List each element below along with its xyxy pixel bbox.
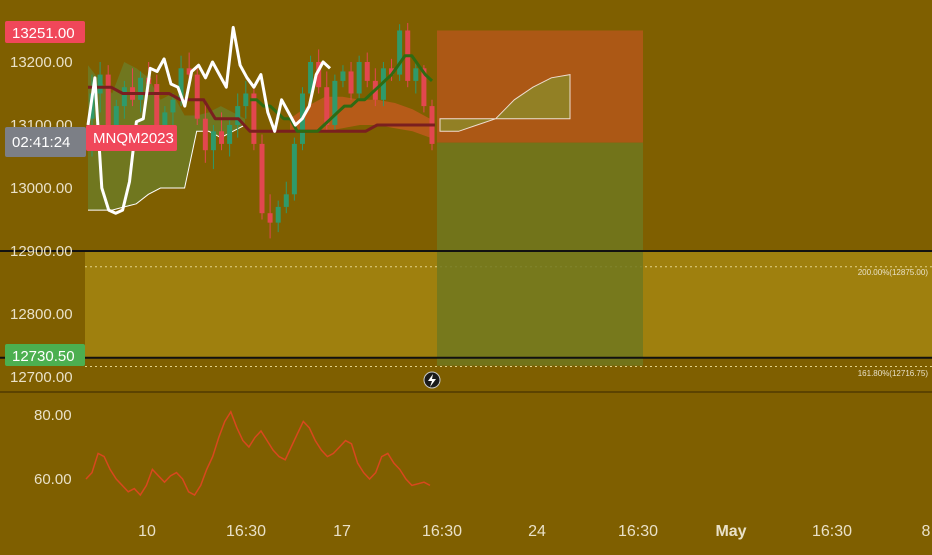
candle-body (340, 71, 346, 81)
candle-body (275, 206, 281, 223)
fib-label-200: 200.00%(12875.00) (858, 268, 929, 277)
fib-label-161: 161.80%(12716.75) (858, 369, 929, 378)
price-tick-label: 12700.00 (10, 369, 73, 386)
take-profit-zone (437, 142, 643, 366)
lightning-icon[interactable] (423, 371, 441, 389)
candle-body (97, 74, 103, 94)
candle-body (202, 118, 208, 151)
time-tick-label: May (715, 523, 746, 540)
time-tick-label: 17 (333, 523, 351, 540)
candle-body (243, 93, 249, 107)
candle-body (121, 87, 127, 107)
countdown-badge: 02:41:24 (5, 127, 86, 157)
candle (251, 84, 257, 151)
price-tick-label: 13000.00 (10, 180, 73, 197)
price-tick-label: 12900.00 (10, 243, 73, 260)
candle-body (210, 131, 216, 151)
time-tick-label: 16:30 (226, 523, 266, 540)
candle (291, 137, 297, 201)
candle (259, 134, 265, 220)
candle-body (283, 194, 289, 207)
candle-body (291, 143, 297, 195)
high-price-badge: 13251.00 (5, 21, 85, 43)
candle-body (259, 143, 265, 214)
candle-body (348, 71, 354, 94)
time-tick-label: 16:30 (618, 523, 658, 540)
rsi-tick-label: 60.00 (34, 471, 72, 488)
candle-body (364, 62, 370, 81)
countdown-value: 02:41:24 (12, 134, 70, 151)
candle-body (413, 68, 419, 81)
candle-body (235, 106, 241, 125)
position-tool-layer[interactable] (437, 30, 643, 366)
chart-stage[interactable]: 80.00 60.00 13200.00 13100.00 13000.00 12900… (0, 0, 932, 550)
candle (105, 65, 111, 132)
low-price-value: 12730.50 (12, 348, 75, 365)
time-axis: 10 16:30 17 16:30 24 16:30 May 16:30 8 (138, 523, 930, 540)
symbol-badge: MNQM2023 (86, 125, 177, 151)
low-price-badge: 12730.50 (5, 344, 85, 366)
candle-body (356, 62, 362, 94)
candle-body (267, 213, 273, 223)
candle (332, 74, 338, 132)
time-tick-label: 16:30 (422, 523, 462, 540)
candle-body (194, 74, 200, 119)
candle-body (227, 125, 233, 144)
candle-body (105, 74, 111, 125)
time-tick-label: 16:30 (812, 523, 852, 540)
time-tick-label: 10 (138, 523, 156, 540)
candle-body (154, 84, 160, 132)
price-tick-label: 13200.00 (10, 54, 73, 71)
time-tick-label: 8 (922, 523, 931, 540)
price-tick-label: 12800.00 (10, 306, 73, 323)
candle-body (138, 77, 144, 100)
candle (397, 24, 403, 81)
candle-body (219, 131, 225, 144)
time-tick-label: 24 (528, 523, 546, 540)
symbol-label: MNQM2023 (93, 130, 174, 147)
rsi-tick-label: 80.00 (34, 407, 72, 424)
candle-body (170, 99, 176, 113)
price-chart[interactable]: 80.0060.00 13200.0013100.0013000.0012900… (0, 0, 932, 550)
candle (356, 55, 362, 100)
high-price-value: 13251.00 (12, 25, 75, 42)
candle-body (113, 106, 119, 125)
